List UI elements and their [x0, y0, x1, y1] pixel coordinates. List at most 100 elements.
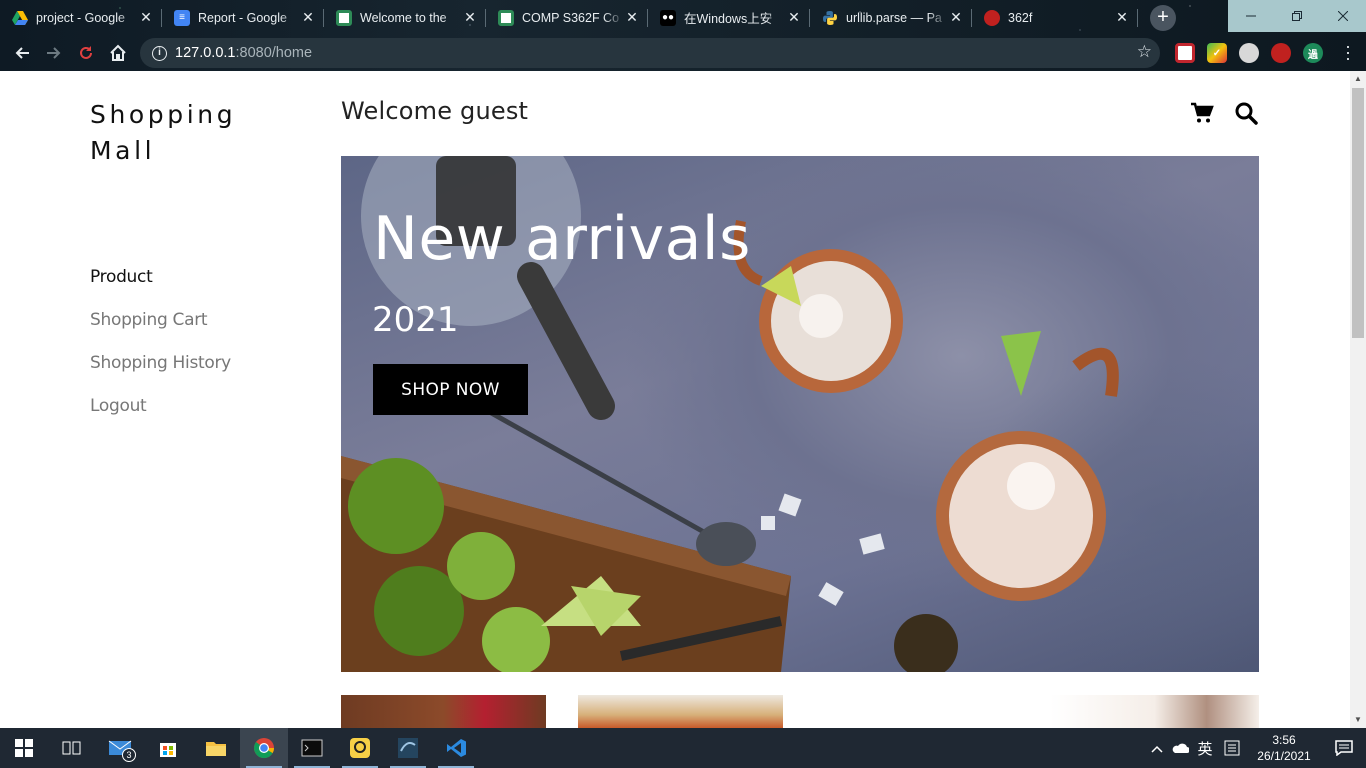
nav-logout[interactable]: Logout	[90, 396, 231, 439]
folder-icon	[206, 742, 226, 756]
sidebar-nav: Product Shopping Cart Shopping History L…	[90, 267, 231, 439]
shop-now-button[interactable]: SHOP NOW	[373, 364, 528, 415]
chevron-up-icon[interactable]	[1146, 740, 1168, 756]
vscode-icon	[447, 739, 466, 757]
scroll-down-arrow-icon[interactable]: ▼	[1350, 712, 1366, 728]
hero-title: New arrivals	[373, 204, 751, 274]
store-app[interactable]	[144, 728, 192, 768]
extension-pocket-icon[interactable]	[1175, 43, 1195, 63]
tab-title: project - Google	[36, 10, 125, 25]
tab-title: 在Windows上安	[684, 12, 773, 26]
reload-icon[interactable]	[70, 37, 102, 69]
google-drive-icon	[12, 10, 28, 26]
clock-date: 26/1/2021	[1257, 749, 1311, 763]
mail-app[interactable]: 3	[96, 728, 144, 768]
site-brand[interactable]: Shopping Mall	[90, 97, 260, 169]
chrome-app[interactable]	[240, 728, 288, 768]
system-tray: 英 3:56 26/1/2021	[1146, 728, 1366, 768]
terminal-app[interactable]	[288, 728, 336, 768]
close-tab-icon[interactable]: ✕	[300, 9, 316, 26]
start-button[interactable]	[0, 728, 48, 768]
address-bar[interactable]: i 127.0.0.1:8080/home ☆	[140, 38, 1160, 68]
tab-title: Report - Google	[198, 10, 287, 25]
extension-bug-icon[interactable]	[1271, 43, 1291, 63]
file-explorer-app[interactable]	[192, 728, 240, 768]
tab-python[interactable]: urllib.parse — Pa ✕	[810, 0, 972, 35]
more-menu-icon[interactable]: · · ·	[1344, 37, 1352, 67]
product-thumbnail[interactable]	[578, 695, 783, 728]
site-info-icon[interactable]: i	[152, 45, 167, 61]
task-view-button[interactable]	[48, 728, 96, 768]
window-controls	[1228, 0, 1366, 32]
url-host: 127.0.0.1	[175, 45, 236, 61]
welcome-page-icon	[336, 9, 352, 26]
tab-course[interactable]: COMP S362F Co ✕	[486, 0, 648, 35]
windows-logo-icon	[15, 739, 33, 757]
close-window-button[interactable]	[1320, 0, 1366, 32]
tab-active-362f[interactable]: 362f ✕	[972, 0, 1138, 35]
course-page-icon	[498, 9, 514, 26]
close-tab-icon[interactable]: ✕	[138, 9, 154, 26]
chrome-icon	[253, 738, 275, 759]
mysql-workbench-app[interactable]	[384, 728, 432, 768]
tab-strip: project - Google ✕ ≡ Report - Google ✕ W…	[0, 0, 1232, 35]
mail-unread-badge: 3	[122, 748, 136, 762]
home-icon[interactable]	[102, 37, 134, 69]
browser-chrome: project - Google ✕ ≡ Report - Google ✕ W…	[0, 0, 1366, 71]
python-icon	[822, 10, 838, 26]
scrollbar-thumb[interactable]	[1352, 88, 1364, 338]
onedrive-cloud-icon[interactable]	[1168, 743, 1192, 754]
new-tab-button[interactable]: +	[1150, 4, 1176, 31]
hero-year: 2021	[372, 300, 459, 340]
search-icon[interactable]	[1234, 101, 1258, 125]
app-p-icon	[350, 738, 370, 758]
extension-check-icon[interactable]: ✓	[1207, 43, 1227, 63]
product-thumbnail[interactable]	[1050, 695, 1259, 728]
tab-welcome[interactable]: Welcome to the ✕	[324, 0, 486, 35]
close-tab-icon[interactable]: ✕	[462, 9, 478, 26]
extension-ghost-icon[interactable]	[1239, 43, 1259, 63]
extension-translate-icon[interactable]: 過	[1303, 43, 1323, 63]
system-clock[interactable]: 3:56 26/1/2021	[1246, 732, 1322, 764]
tab-title: 362f	[1008, 10, 1033, 25]
welcome-message: Welcome guest	[341, 97, 529, 125]
close-tab-icon[interactable]: ✕	[1114, 9, 1130, 26]
page-scrollbar[interactable]: ▲ ▼	[1350, 71, 1366, 728]
notifications-icon[interactable]	[1322, 740, 1366, 756]
tab-title: COMP S362F Co	[522, 10, 620, 25]
nav-product[interactable]: Product	[90, 267, 231, 310]
url-path: :8080/home	[235, 45, 313, 61]
tab-title: Welcome to the	[360, 10, 447, 25]
close-tab-icon[interactable]: ✕	[786, 9, 802, 26]
browser-toolbar: i 127.0.0.1:8080/home ☆ ✓ 過 · · ·	[0, 35, 1366, 71]
scroll-up-arrow-icon[interactable]: ▲	[1350, 71, 1366, 87]
tab-medium[interactable]: ●● 在Windows上安 ✕	[648, 0, 810, 35]
terminal-icon	[301, 739, 323, 757]
close-tab-icon[interactable]: ✕	[624, 9, 640, 26]
nav-shopping-history[interactable]: Shopping History	[90, 353, 231, 396]
tab-project[interactable]: project - Google ✕	[0, 0, 162, 35]
store-icon	[160, 743, 176, 757]
input-method-indicator[interactable]: 英	[1192, 738, 1218, 759]
google-docs-icon: ≡	[174, 9, 190, 26]
product-thumbnail[interactable]	[341, 695, 546, 728]
hero-banner: New arrivals 2021 SHOP NOW	[341, 156, 1259, 672]
task-view-icon	[62, 741, 81, 755]
close-tab-icon[interactable]: ✕	[948, 9, 964, 26]
windows-taskbar: 3 英 3:56 26/1/2021	[0, 728, 1366, 768]
header-icons	[1190, 101, 1258, 125]
tab-title: urllib.parse — Pa	[846, 10, 942, 25]
product-thumbnails	[0, 695, 1350, 728]
shopping-cart-icon[interactable]	[1190, 101, 1214, 125]
mysql-workbench-icon	[398, 738, 418, 758]
tab-report[interactable]: ≡ Report - Google ✕	[162, 0, 324, 35]
restore-button[interactable]	[1274, 0, 1320, 32]
vscode-app[interactable]	[432, 728, 480, 768]
bookmark-star-icon[interactable]: ☆	[1137, 42, 1152, 62]
minimize-button[interactable]	[1228, 0, 1274, 32]
back-arrow-icon[interactable]	[6, 37, 38, 69]
postman-app[interactable]	[336, 728, 384, 768]
nav-shopping-cart[interactable]: Shopping Cart	[90, 310, 231, 353]
forward-arrow-icon[interactable]	[38, 37, 70, 69]
keyboard-layout-icon[interactable]	[1218, 740, 1246, 756]
